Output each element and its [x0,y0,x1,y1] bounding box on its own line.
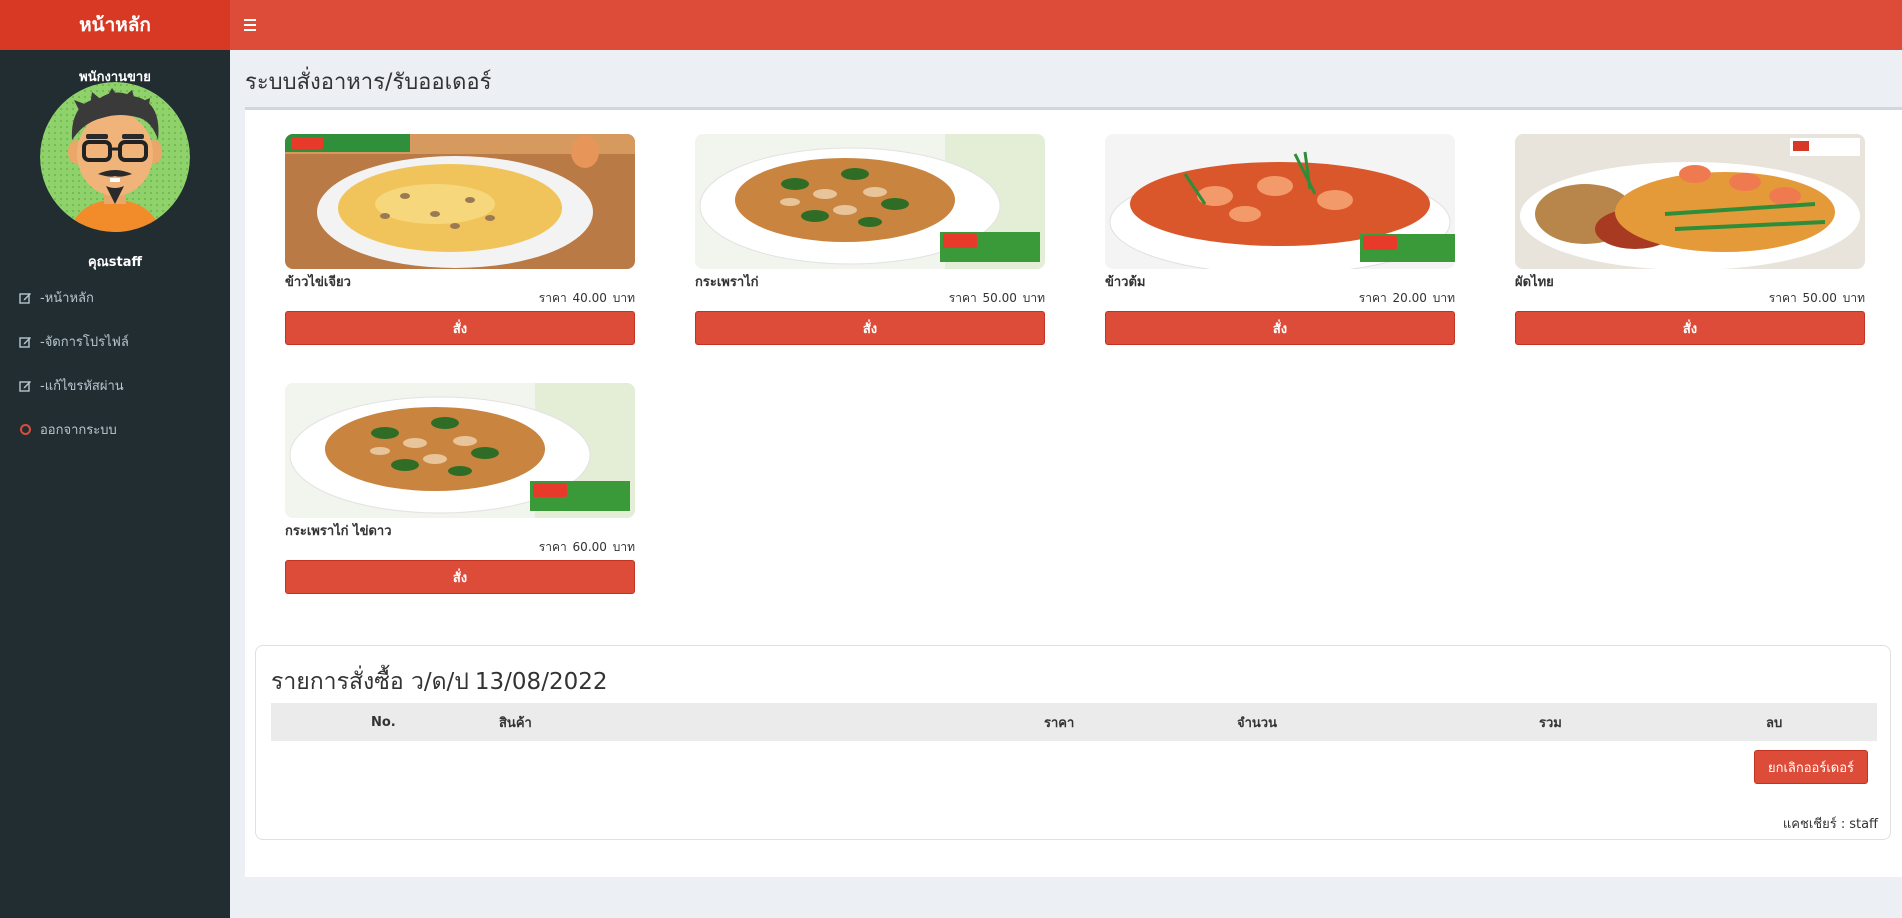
order-date: 13/08/2022 [474,669,608,695]
food-image [1105,134,1455,269]
username: คุณstaff [87,255,142,270]
circle-icon [18,422,32,436]
food-name: ข้าวต้ม [1105,275,1146,290]
sidebar: พนักงานขาย คุณstaff -หน้าหลัก -จัดการโปร… [0,50,230,918]
food-image [695,134,1045,269]
menu-card: ข้าวไข่เจียว ราคา 40.00 บาท สั่ง [285,134,635,345]
column-header: ลบ [1766,715,1783,731]
order-button[interactable]: สั่ง [285,560,635,594]
sidebar-item-change-password[interactable]: -แก้ไขรหัสผ่าน [0,363,230,407]
order-table-header: No. สินค้า ราคา จำนวน รวม ลบ [271,703,1877,741]
column-header: No. [371,714,396,730]
food-price: ราคา 50.00 บาท [1768,291,1865,305]
edit-icon [18,290,32,304]
edit-icon [18,334,32,348]
order-panel: รายการสั่งซื้อ ว/ด/ป 13/08/2022 No. สินค้… [255,645,1891,840]
edit-icon [18,378,32,392]
sidebar-item-label: -หน้าหลัก [40,290,94,306]
food-name: กระเพราไก่ ไข่ดาว [285,524,392,539]
sidebar-item-label: ออกจากระบบ [40,422,117,438]
food-price: ราคา 50.00 บาท [948,291,1045,305]
sidebar-menu: -หน้าหลัก -จัดการโปรไฟล์ -แก้ไขรหัสผ่าน … [0,275,230,451]
avatar [40,82,190,232]
order-title: รายการสั่งซื้อ ว/ด/ป 13/08/2022 [271,669,608,695]
page-title: ระบบสั่งอาหาร/รับออเดอร์ [245,70,492,95]
top-navbar [230,0,1902,50]
food-name: ผัดไทย [1515,275,1554,290]
food-price: ราคา 60.00 บาท [538,540,635,554]
order-button[interactable]: สั่ง [695,311,1045,345]
column-header: จำนวน [1237,715,1277,731]
menu-card: กระเพราไก่ ราคา 50.00 บาท สั่ง [695,134,1045,345]
sidebar-item-profile[interactable]: -จัดการโปรไฟล์ [0,319,230,363]
sidebar-item-home[interactable]: -หน้าหลัก [0,275,230,319]
food-price: ราคา 40.00 บาท [538,291,635,305]
food-name: กระเพราไก่ [695,275,759,290]
food-image [1515,134,1865,269]
food-name: ข้าวไข่เจียว [285,275,351,290]
column-header: ราคา [1044,715,1075,731]
sidebar-item-logout[interactable]: ออกจากระบบ [0,407,230,451]
hamburger-menu-icon[interactable] [244,14,266,36]
cancel-order-button[interactable]: ยกเลิกออร์เดอร์ [1754,750,1868,784]
menu-card: ผัดไทย ราคา 50.00 บาท สั่ง [1515,134,1865,345]
column-header: รวม [1539,715,1562,731]
cashier-info: แคชเชียร์ : staff [1782,817,1878,832]
food-price: ราคา 20.00 บาท [1358,291,1455,305]
sidebar-item-label: -แก้ไขรหัสผ่าน [40,378,124,394]
food-image [285,383,635,518]
column-header: สินค้า [499,715,532,731]
order-button[interactable]: สั่ง [285,311,635,345]
menu-card: กระเพราไก่ ไข่ดาว ราคา 60.00 บาท สั่ง [285,383,635,594]
brand-logo[interactable]: หน้าหลัก [0,0,230,50]
menu-box: ข้าวไข่เจียว ราคา 40.00 บาท สั่ง กระเพรา… [245,107,1902,877]
menu-card: ข้าวต้ม ราคา 20.00 บาท สั่ง [1105,134,1455,345]
sidebar-item-label: -จัดการโปรไฟล์ [40,334,129,350]
food-image [285,134,635,269]
order-button[interactable]: สั่ง [1515,311,1865,345]
order-button[interactable]: สั่ง [1105,311,1455,345]
